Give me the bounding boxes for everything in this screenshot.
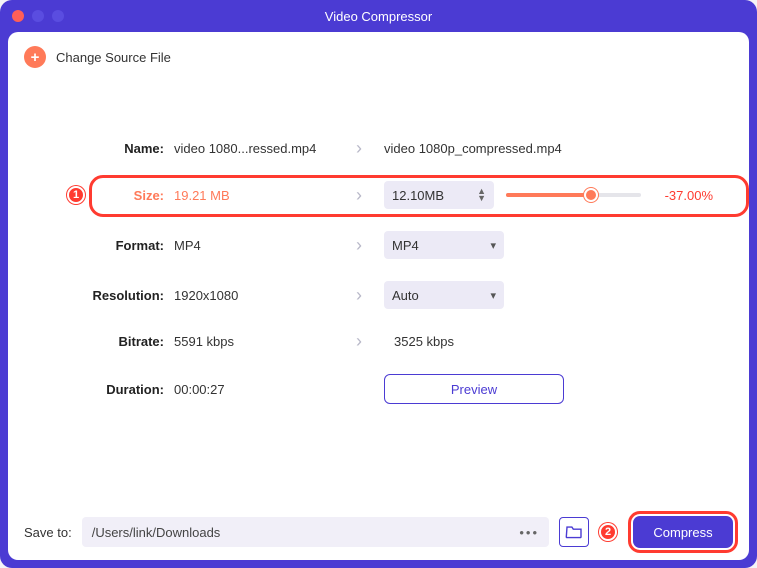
- name-output-field[interactable]: video 1080p_compressed.mp4: [384, 141, 562, 156]
- close-window-button[interactable]: [12, 10, 24, 22]
- window-title: Video Compressor: [325, 9, 432, 24]
- save-path-field[interactable]: /Users/link/Downloads •••: [82, 517, 549, 547]
- size-output-spinner[interactable]: 12.10MB ▲ ▼: [384, 181, 494, 209]
- bitrate-label: Bitrate:: [44, 334, 164, 349]
- settings-grid: Name: video 1080...ressed.mp4 › video 10…: [44, 138, 713, 404]
- resolution-label: Resolution:: [44, 288, 164, 303]
- spinner-buttons: ▲ ▼: [477, 188, 486, 202]
- arrow-icon: ›: [344, 185, 374, 206]
- bitrate-output-value: 3525 kbps: [384, 334, 454, 349]
- save-path-value: /Users/link/Downloads: [92, 525, 221, 540]
- resolution-output-select[interactable]: Auto ▾: [384, 281, 504, 309]
- arrow-icon: ›: [344, 285, 374, 306]
- size-percent: -37.00%: [655, 188, 713, 203]
- plus-icon: +: [31, 50, 40, 65]
- duration-label: Duration:: [44, 382, 164, 397]
- settings-content: 1 Name: video 1080...ressed.mp4 › video …: [24, 78, 733, 506]
- resolution-output-value: Auto: [392, 288, 419, 303]
- main-panel: + Change Source File 1 Name: video 1080.…: [8, 32, 749, 560]
- slider-thumb[interactable]: [584, 188, 598, 202]
- annotation-callout-2: 2: [599, 523, 617, 541]
- bitrate-source-value: 5591 kbps: [174, 334, 334, 349]
- window-controls: [12, 10, 64, 22]
- annotation-callout-1: 1: [67, 186, 85, 204]
- save-to-label: Save to:: [24, 525, 72, 540]
- maximize-window-button[interactable]: [52, 10, 64, 22]
- name-source-value: video 1080...ressed.mp4: [174, 141, 334, 156]
- open-folder-button[interactable]: [559, 517, 589, 547]
- format-output-select[interactable]: MP4 ▾: [384, 231, 504, 259]
- minimize-window-button[interactable]: [32, 10, 44, 22]
- size-label: Size:: [44, 188, 164, 203]
- chevron-down-icon: ▾: [490, 239, 496, 252]
- resolution-source-value: 1920x1080: [174, 288, 334, 303]
- preview-button[interactable]: Preview: [384, 374, 564, 404]
- arrow-icon: ›: [344, 331, 374, 352]
- size-slider-wrap: -37.00%: [506, 188, 713, 203]
- size-source-value: 19.21 MB: [174, 188, 334, 203]
- footer: Save to: /Users/link/Downloads ••• 2 Com…: [24, 506, 733, 548]
- compress-button[interactable]: Compress: [633, 516, 733, 548]
- titlebar: Video Compressor: [0, 0, 757, 32]
- more-icon[interactable]: •••: [519, 525, 539, 540]
- add-source-button[interactable]: +: [24, 46, 46, 68]
- size-slider[interactable]: [506, 193, 641, 197]
- spinner-down-icon[interactable]: ▼: [477, 195, 486, 202]
- arrow-icon: ›: [344, 138, 374, 159]
- format-source-value: MP4: [174, 238, 334, 253]
- arrow-icon: ›: [344, 235, 374, 256]
- app-window: Video Compressor + Change Source File 1 …: [0, 0, 757, 568]
- slider-fill: [506, 193, 591, 197]
- name-label: Name:: [44, 141, 164, 156]
- format-output-value: MP4: [392, 238, 419, 253]
- change-source-row: + Change Source File: [24, 46, 733, 68]
- chevron-down-icon: ▾: [490, 289, 496, 302]
- folder-icon: [565, 525, 583, 539]
- size-output-value: 12.10MB: [392, 188, 444, 203]
- duration-value: 00:00:27: [174, 382, 334, 397]
- format-label: Format:: [44, 238, 164, 253]
- change-source-label[interactable]: Change Source File: [56, 50, 171, 65]
